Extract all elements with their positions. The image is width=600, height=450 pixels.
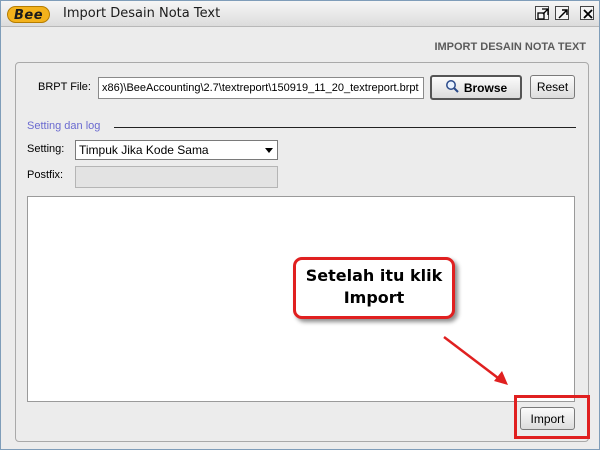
close-icon[interactable]: [580, 6, 594, 20]
window-title: Import Desain Nota Text: [63, 6, 221, 21]
pointer-arrow-icon: [443, 336, 508, 385]
logo-badge: Bee: [7, 5, 51, 23]
app-logo: Bee: [7, 5, 51, 23]
import-window: Bee Import Desain Nota Text IMPORT DESAI…: [0, 0, 600, 450]
title-bar[interactable]: Bee Import Desain Nota Text: [1, 1, 599, 27]
page-header-title: IMPORT DESAIN NOTA TEXT: [434, 41, 586, 53]
restore-icon[interactable]: [535, 6, 549, 20]
maximize-icon[interactable]: [555, 6, 569, 20]
form-panel: BRPT File: x86)\BeeAccounting\2.7\textre…: [15, 62, 590, 442]
